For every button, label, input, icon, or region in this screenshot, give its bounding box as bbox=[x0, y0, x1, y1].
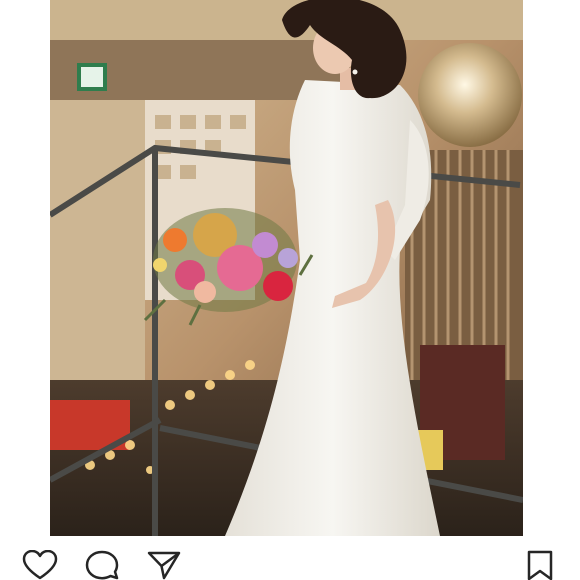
instagram-post bbox=[0, 0, 580, 580]
comment-bubble-icon[interactable] bbox=[84, 550, 120, 580]
bookmark-icon[interactable] bbox=[522, 550, 558, 580]
post-photo-illustration bbox=[50, 0, 523, 536]
paper-plane-icon[interactable] bbox=[146, 550, 182, 580]
post-action-bar bbox=[0, 536, 580, 580]
post-photo[interactable] bbox=[50, 0, 523, 536]
heart-outline-icon[interactable] bbox=[22, 550, 58, 580]
